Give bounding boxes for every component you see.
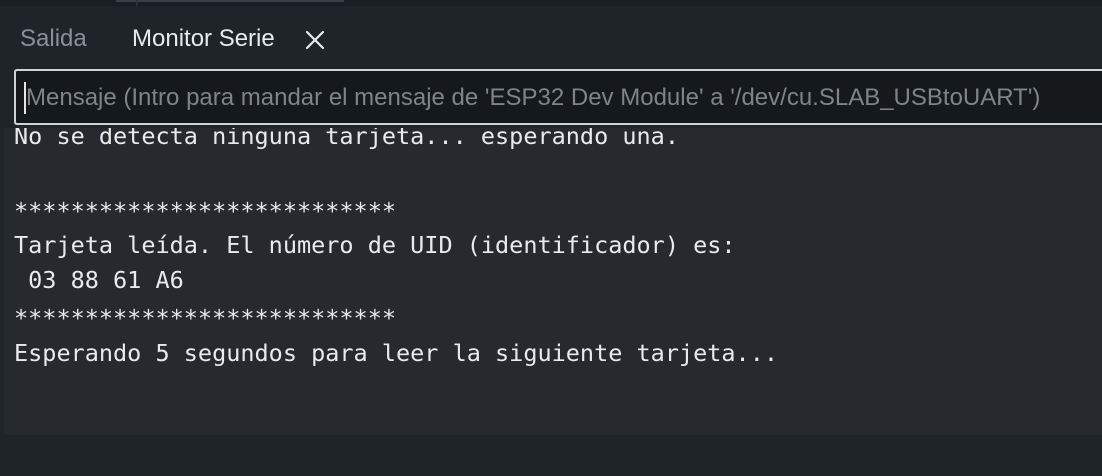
message-input[interactable] xyxy=(26,77,1102,119)
serial-output[interactable]: No se detecta ninguna tarjeta... esperan… xyxy=(4,128,1102,435)
tab-salida[interactable]: Salida xyxy=(20,24,87,54)
output-line: *************************** xyxy=(14,304,397,332)
output-line: Esperando 5 segundos para leer la siguie… xyxy=(14,339,779,367)
output-line: Tarjeta leída. El número de UID (identif… xyxy=(14,231,736,259)
message-input-box[interactable] xyxy=(14,69,1102,125)
active-tab-indicator xyxy=(116,0,344,2)
serial-monitor-panel: Salida Monitor Serie No se detecta ningu… xyxy=(0,0,1102,476)
output-line: *************************** xyxy=(14,197,397,225)
tab-monitor-serie[interactable]: Monitor Serie xyxy=(132,24,275,54)
output-line: 03 88 61 A6 xyxy=(14,266,184,294)
tab-bar: Salida Monitor Serie xyxy=(0,6,1102,64)
output-line: No se detecta ninguna tarjeta... esperan… xyxy=(14,128,679,150)
close-icon[interactable] xyxy=(304,29,326,51)
